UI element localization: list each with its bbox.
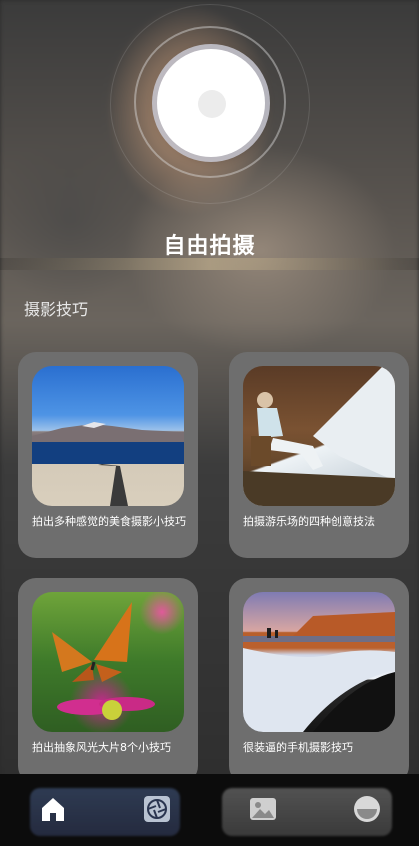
- tip-card-caption: 很装逼的手机摄影技巧: [243, 741, 353, 754]
- camera-shutter-icon: [144, 796, 170, 822]
- home-icon: [42, 798, 64, 821]
- hero-title: 自由拍摄: [163, 234, 256, 259]
- tip-card[interactable]: 拍出抽象风光大片8个小技巧: [18, 578, 198, 784]
- tip-card-caption: 拍出多种感觉的美食摄影小技巧: [32, 515, 186, 528]
- mountain-lake-road-illustration: [32, 422, 184, 506]
- woman-tent-illustration: [243, 366, 395, 506]
- beach-cliff-sunset-photo: [243, 592, 395, 732]
- tip-card-caption: 拍出抽象风光大片8个小技巧: [32, 741, 171, 754]
- gallery-icon: [250, 798, 276, 820]
- tip-card[interactable]: 拍出多种感觉的美食摄影小技巧: [18, 352, 198, 558]
- beach-cliff-illustration: [243, 612, 395, 732]
- butterfly-flower-photo: [32, 592, 184, 732]
- nav-gallery[interactable]: [248, 794, 278, 824]
- butterfly-flower-illustration: [52, 602, 155, 720]
- nav-home[interactable]: [38, 794, 68, 824]
- nav-profile[interactable]: [352, 794, 382, 824]
- bottom-navigation: [0, 774, 419, 846]
- capture-button-center: [198, 90, 226, 118]
- tip-card[interactable]: 拍摄游乐场的四种创意技法: [229, 352, 409, 558]
- section-title: 摄影技巧: [24, 300, 89, 319]
- tip-card-caption: 拍摄游乐场的四种创意技法: [243, 515, 375, 528]
- profile-icon: [354, 796, 380, 822]
- tip-card[interactable]: 很装逼的手机摄影技巧: [229, 578, 409, 784]
- nav-camera[interactable]: [142, 794, 172, 824]
- mountain-lake-road-photo: [32, 366, 184, 506]
- woman-tent-camping-photo: [243, 366, 395, 506]
